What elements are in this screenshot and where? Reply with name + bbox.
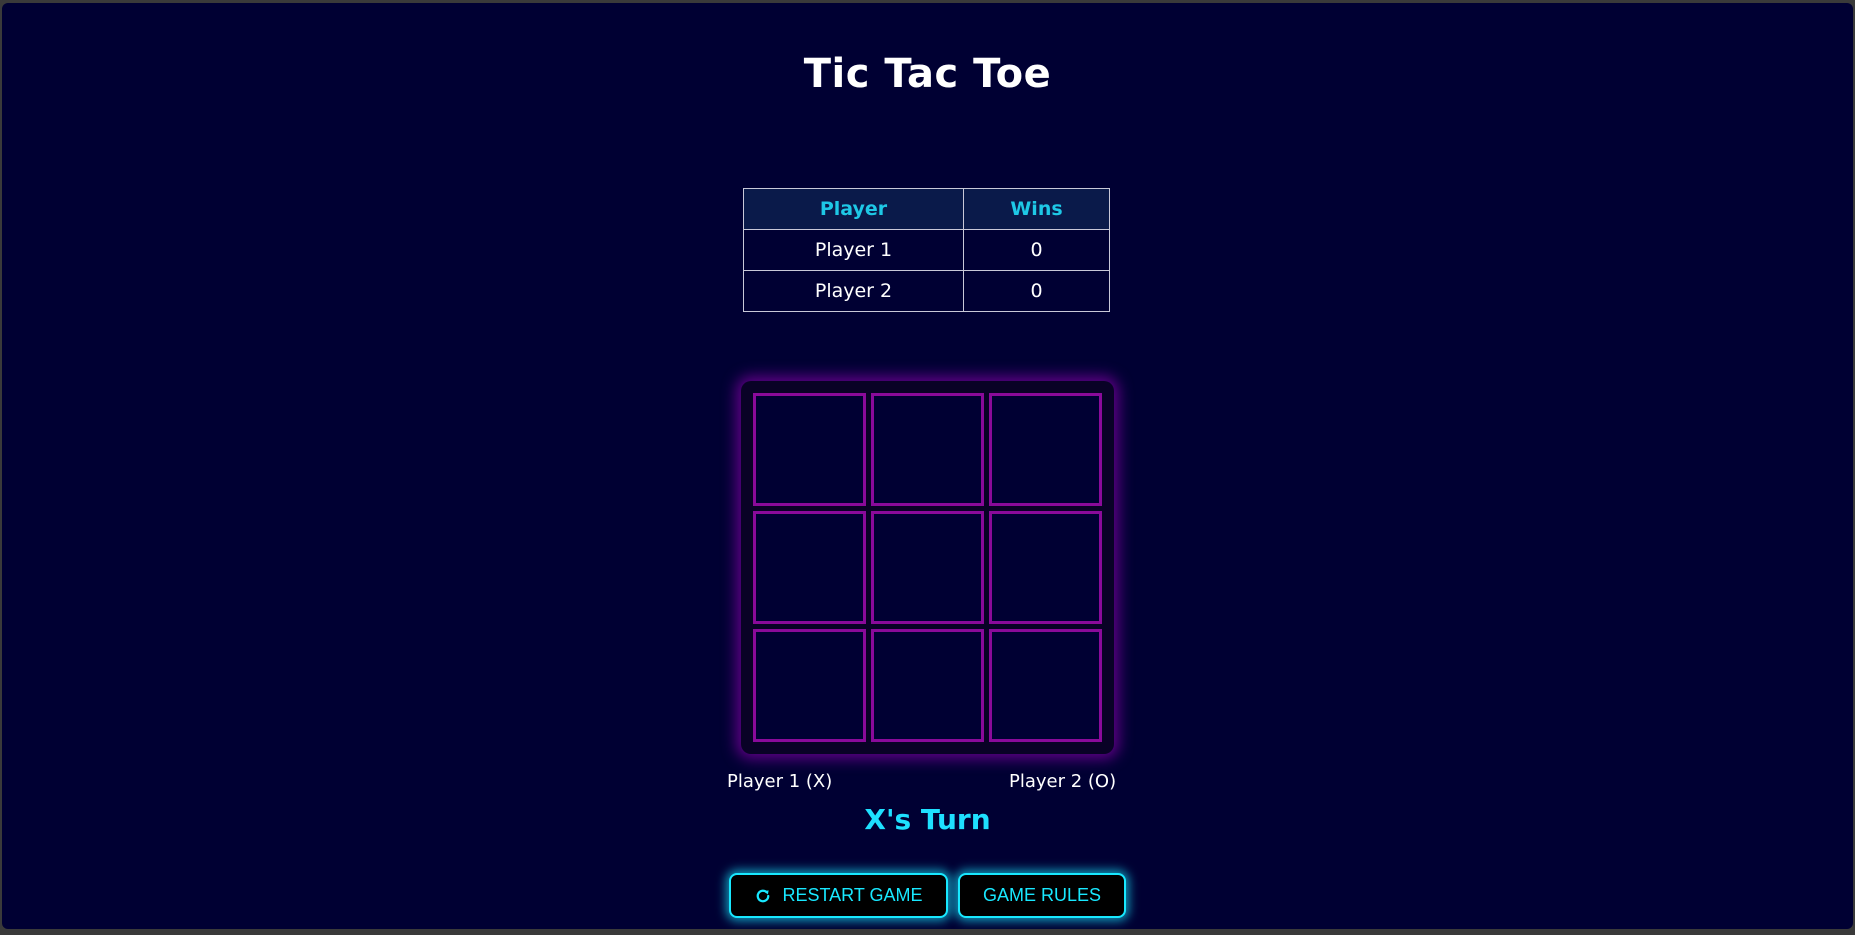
restart-game-button[interactable]: RESTART GAME	[729, 873, 948, 918]
game-window: Tic Tac Toe Player Wins Player 1 0 Playe…	[2, 3, 1853, 929]
scoreboard-header-row: Player Wins	[743, 188, 1110, 230]
board-cell-8[interactable]	[871, 629, 984, 742]
scoreboard-player-name: Player 2	[743, 270, 964, 312]
scoreboard-row: Player 2 0	[743, 270, 1110, 312]
board-cell-1[interactable]	[753, 393, 866, 506]
board-cell-3[interactable]	[989, 393, 1102, 506]
scoreboard-row: Player 1 0	[743, 229, 1110, 271]
scoreboard-player-wins: 0	[963, 229, 1110, 271]
scoreboard-player-wins: 0	[963, 270, 1110, 312]
board-cell-7[interactable]	[753, 629, 866, 742]
game-board	[741, 381, 1114, 754]
board-cell-2[interactable]	[871, 393, 984, 506]
redo-icon	[754, 887, 772, 905]
player-1-label: Player 1 (X)	[727, 771, 833, 792]
game-rules-label: GAME RULES	[982, 885, 1102, 905]
board-cell-4[interactable]	[753, 511, 866, 624]
board-cell-5[interactable]	[871, 511, 984, 624]
scoreboard-table: Player Wins Player 1 0 Player 2 0	[743, 188, 1110, 312]
restart-game-label: RESTART GAME	[782, 885, 923, 905]
game-rules-button[interactable]: GAME RULES	[958, 873, 1126, 918]
board-cell-9[interactable]	[989, 629, 1102, 742]
page-title: Tic Tac Toe	[803, 51, 1052, 97]
scoreboard-header-player: Player	[743, 188, 964, 230]
board-cell-6[interactable]	[989, 511, 1102, 624]
scoreboard-header-wins: Wins	[963, 188, 1110, 230]
player-2-label: Player 2 (O)	[1009, 771, 1117, 792]
turn-indicator: X's Turn	[864, 803, 991, 836]
scoreboard-player-name: Player 1	[743, 229, 964, 271]
